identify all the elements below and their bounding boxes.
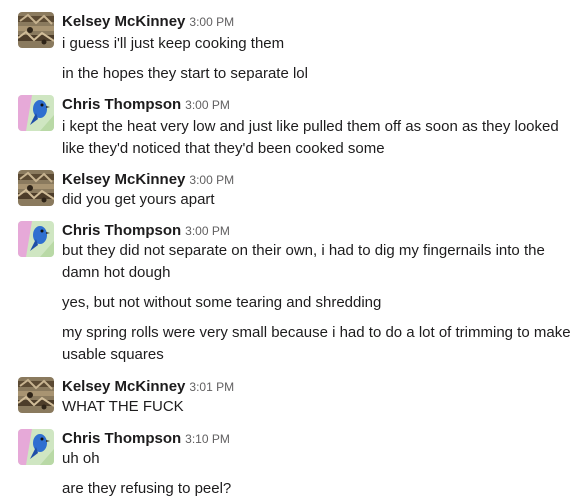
message-text: uh oh [62, 450, 100, 467]
avatar[interactable] [18, 170, 54, 206]
timestamp[interactable]: 3:00 PM [189, 173, 234, 187]
message-header: Kelsey McKinney 3:01 PM [62, 377, 234, 397]
message-text: in the hopes they start to separate lol [62, 65, 308, 82]
message-text: but they did not separate on their own, … [62, 242, 545, 281]
avatar[interactable] [18, 221, 54, 257]
author-name[interactable]: Chris Thompson [62, 96, 181, 113]
avatar[interactable] [18, 12, 54, 48]
timestamp[interactable]: 3:00 PM [185, 224, 230, 238]
message-text: WHAT THE FUCK [62, 398, 184, 415]
kelsey-avatar-icon [18, 170, 54, 206]
message-header: Kelsey McKinney 3:00 PM [62, 170, 234, 190]
message-text: did you get yours apart [62, 191, 215, 208]
author-name[interactable]: Kelsey McKinney [62, 13, 185, 30]
message-header: Chris Thompson 3:10 PM [62, 429, 230, 449]
message-text: are they refusing to peel? [62, 480, 232, 497]
timestamp[interactable]: 3:00 PM [185, 98, 230, 112]
timestamp[interactable]: 3:10 PM [185, 432, 230, 446]
message-header: Kelsey McKinney 3:00 PM [62, 12, 234, 32]
author-name[interactable]: Chris Thompson [62, 222, 181, 239]
avatar[interactable] [18, 429, 54, 465]
message-text: my spring rolls were very small because … [62, 324, 571, 363]
avatar[interactable] [18, 95, 54, 131]
author-name[interactable]: Kelsey McKinney [62, 171, 185, 188]
message-text: i guess i'll just keep cooking them [62, 35, 285, 52]
author-name[interactable]: Chris Thompson [62, 430, 181, 447]
chris-avatar-icon [18, 221, 54, 257]
message-text: yes, but not without some tearing and sh… [62, 294, 382, 311]
chris-avatar-icon [18, 95, 54, 131]
timestamp[interactable]: 3:01 PM [189, 380, 234, 394]
timestamp[interactable]: 3:00 PM [189, 15, 234, 29]
message-header: Chris Thompson 3:00 PM [62, 95, 230, 115]
kelsey-avatar-icon [18, 12, 54, 48]
avatar[interactable] [18, 377, 54, 413]
kelsey-avatar-icon [18, 377, 54, 413]
message-text: i kept the heat very low and just like p… [62, 118, 559, 157]
message-header: Chris Thompson 3:00 PM [62, 221, 230, 241]
chris-avatar-icon [18, 429, 54, 465]
author-name[interactable]: Kelsey McKinney [62, 378, 185, 395]
